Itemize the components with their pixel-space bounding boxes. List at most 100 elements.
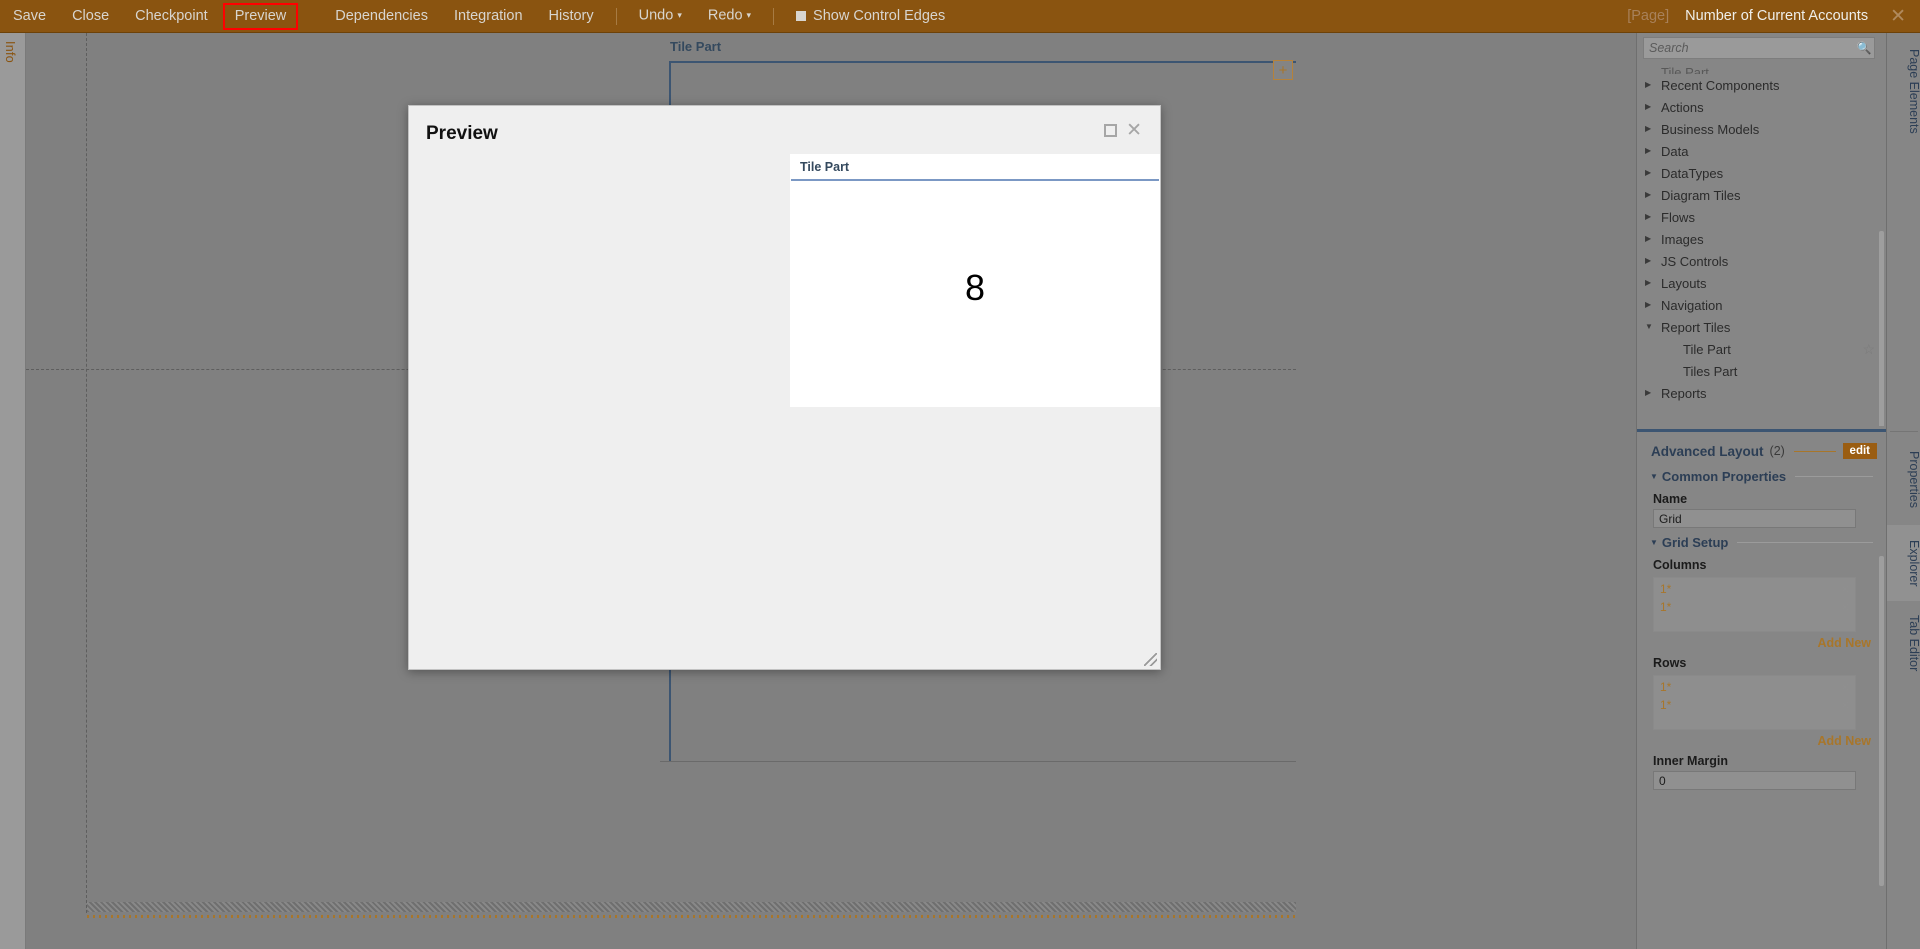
tree-item-reports[interactable]: Reports bbox=[1637, 382, 1887, 404]
preview-tile-value: 8 bbox=[964, 267, 986, 308]
tree-item-label: Business Models bbox=[1661, 121, 1760, 137]
properties-title: Advanced Layout bbox=[1651, 443, 1764, 459]
chevron-right-icon[interactable] bbox=[1645, 191, 1659, 199]
checkpoint-button[interactable]: Checkpoint bbox=[124, 4, 219, 29]
maximize-icon[interactable] bbox=[1104, 124, 1118, 137]
close-button[interactable]: Close bbox=[61, 4, 120, 29]
tab-properties[interactable]: Properties bbox=[1887, 435, 1920, 523]
close-document-icon[interactable]: ✕ bbox=[1872, 7, 1920, 26]
info-tab[interactable]: Info bbox=[3, 41, 17, 63]
group-common-properties[interactable]: ▼ Common Properties bbox=[1637, 462, 1887, 486]
canvas-tile-bottom-rule bbox=[660, 761, 1296, 762]
element-tree[interactable]: Tile Part Recent Components Actions Busine… bbox=[1637, 61, 1887, 426]
name-label: Name bbox=[1653, 492, 1688, 506]
toolbar-separator-2 bbox=[773, 7, 775, 25]
tree-item-label: Layouts bbox=[1661, 275, 1707, 291]
tree-item-label: Diagram Tiles bbox=[1661, 187, 1741, 203]
tree-item-layouts[interactable]: Layouts bbox=[1637, 272, 1887, 294]
search-input[interactable] bbox=[1644, 41, 1854, 55]
resize-handle-icon[interactable] bbox=[1144, 653, 1157, 666]
preview-dialog[interactable]: Preview ✕ Tile Part 8 bbox=[408, 105, 1161, 670]
header-rule bbox=[1793, 450, 1836, 452]
canvas-horizontal-scrollbar[interactable] bbox=[87, 902, 1296, 912]
group-title: Grid Setup bbox=[1661, 535, 1729, 550]
history-button[interactable]: History bbox=[538, 4, 605, 29]
search-icon[interactable]: 🔍 bbox=[1854, 41, 1874, 55]
pencil-icon[interactable]: ✎ bbox=[1826, 681, 1835, 694]
column-row[interactable]: 1* ✎ ✕ bbox=[1654, 580, 1855, 598]
columns-add-new-button[interactable]: Add New bbox=[1637, 632, 1887, 650]
tree-row[interactable]: Tile Part bbox=[1637, 61, 1887, 75]
rows-add-new-button[interactable]: Add New bbox=[1637, 730, 1887, 748]
search-box[interactable]: 🔍 bbox=[1643, 37, 1875, 59]
add-tile-button[interactable]: + bbox=[1273, 60, 1293, 80]
save-button[interactable]: Save bbox=[2, 4, 57, 29]
preview-button[interactable]: Preview bbox=[222, 2, 299, 30]
integration-button[interactable]: Integration bbox=[443, 4, 534, 29]
chevron-down-icon: ▾ bbox=[746, 10, 752, 21]
pencil-icon[interactable]: ✎ bbox=[1826, 699, 1835, 712]
columns-label: Columns bbox=[1653, 558, 1707, 572]
row-row[interactable]: 1* ✎ ✕ bbox=[1654, 678, 1855, 696]
tree-scrollbar[interactable] bbox=[1879, 231, 1884, 426]
chevron-right-icon[interactable] bbox=[1645, 169, 1659, 177]
chevron-right-icon[interactable] bbox=[1645, 279, 1659, 287]
tree-item-navigation[interactable]: Navigation bbox=[1637, 294, 1887, 316]
column-value: 1* bbox=[1660, 582, 1672, 596]
tree-item-data[interactable]: Data bbox=[1637, 140, 1887, 162]
chevron-right-icon[interactable] bbox=[1645, 301, 1659, 309]
tree-item-images[interactable]: Images bbox=[1637, 228, 1887, 250]
pencil-icon[interactable]: ✎ bbox=[1826, 583, 1835, 596]
chevron-right-icon[interactable] bbox=[1645, 257, 1659, 265]
close-icon[interactable]: ✕ bbox=[1841, 699, 1850, 712]
close-icon[interactable]: ✕ bbox=[1126, 121, 1142, 140]
chevron-right-icon[interactable] bbox=[1645, 147, 1659, 155]
chevron-down-icon: ▼ bbox=[1650, 538, 1658, 547]
column-row[interactable]: 1* ✎ ✕ bbox=[1654, 598, 1855, 616]
dependencies-button[interactable]: Dependencies bbox=[324, 4, 439, 29]
chevron-right-icon[interactable] bbox=[1645, 235, 1659, 243]
tree-item-report-tiles[interactable]: Report Tiles bbox=[1637, 316, 1887, 338]
inner-margin-input[interactable] bbox=[1653, 771, 1856, 790]
tab-explorer[interactable]: Explorer bbox=[1887, 525, 1920, 601]
tree-item-label: DataTypes bbox=[1661, 165, 1724, 181]
tree-item-js-controls[interactable]: JS Controls bbox=[1637, 250, 1887, 272]
group-grid-setup[interactable]: ▼ Grid Setup bbox=[1637, 528, 1887, 552]
tree-item-actions[interactable]: Actions bbox=[1637, 96, 1887, 118]
tree-item-flows[interactable]: Flows bbox=[1637, 206, 1887, 228]
redo-button[interactable]: Redo ▾ bbox=[697, 3, 762, 28]
tree-item-label: Tiles Part bbox=[1683, 363, 1738, 379]
edit-button[interactable]: edit bbox=[1842, 443, 1877, 459]
chevron-right-icon[interactable] bbox=[1645, 81, 1659, 89]
tree-item-business-models[interactable]: Business Models bbox=[1637, 118, 1887, 140]
tree-item-label: Reports bbox=[1661, 385, 1707, 401]
show-control-edges-toggle[interactable]: Show Control Edges bbox=[785, 4, 956, 29]
properties-header: Advanced Layout (2) edit bbox=[1637, 436, 1887, 462]
tree-item-tile-part[interactable]: Tile Part ☆ bbox=[1637, 338, 1887, 360]
chevron-right-icon[interactable] bbox=[1645, 213, 1659, 221]
columns-list[interactable]: 1* ✎ ✕ 1* ✎ ✕ bbox=[1653, 577, 1856, 632]
tree-item-recent-components[interactable]: Recent Components bbox=[1637, 74, 1887, 96]
properties-scrollbar[interactable] bbox=[1879, 556, 1884, 886]
tree-item-label: Images bbox=[1661, 231, 1704, 247]
tree-item-datatypes[interactable]: DataTypes bbox=[1637, 162, 1887, 184]
favorite-star-icon[interactable]: ☆ bbox=[1862, 341, 1875, 358]
chevron-right-icon[interactable] bbox=[1645, 389, 1659, 397]
pencil-icon[interactable]: ✎ bbox=[1826, 601, 1835, 614]
tree-item-diagram-tiles[interactable]: Diagram Tiles bbox=[1637, 184, 1887, 206]
tree-item-tiles-part[interactable]: Tiles Part bbox=[1637, 360, 1887, 382]
tab-tab-editor[interactable]: Tab Editor bbox=[1887, 603, 1920, 683]
name-input[interactable] bbox=[1653, 509, 1856, 528]
rows-list[interactable]: 1* ✎ ✕ 1* ✎ ✕ bbox=[1653, 675, 1856, 730]
tree-item-label: Tile Part bbox=[1683, 341, 1731, 357]
chevron-right-icon[interactable] bbox=[1645, 125, 1659, 133]
undo-button[interactable]: Undo ▾ bbox=[628, 3, 693, 28]
close-icon[interactable]: ✕ bbox=[1841, 601, 1850, 614]
tree-list: Recent Components Actions Business Models D… bbox=[1637, 74, 1887, 404]
close-icon[interactable]: ✕ bbox=[1841, 681, 1850, 694]
chevron-down-icon[interactable] bbox=[1645, 323, 1659, 331]
tab-page-elements[interactable]: Page Elements bbox=[1887, 37, 1920, 145]
row-row[interactable]: 1* ✎ ✕ bbox=[1654, 696, 1855, 714]
close-icon[interactable]: ✕ bbox=[1841, 583, 1850, 596]
chevron-right-icon[interactable] bbox=[1645, 103, 1659, 111]
